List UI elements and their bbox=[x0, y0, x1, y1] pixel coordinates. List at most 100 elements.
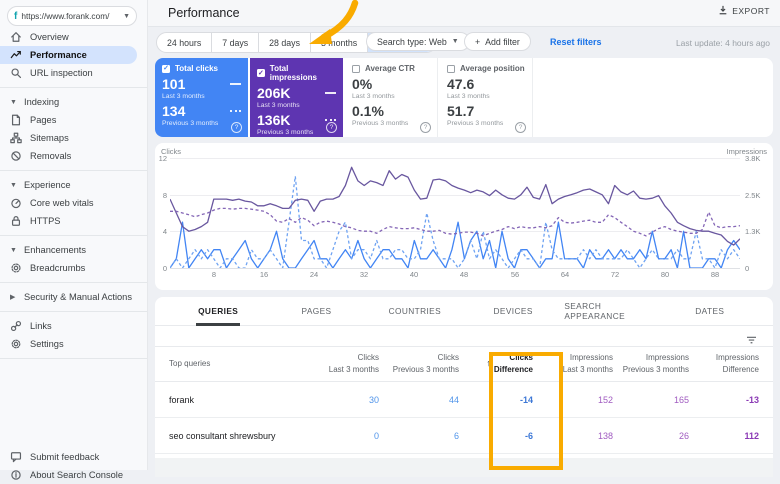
total-clicks-card[interactable]: ✓ Total clicks 101 Last 3 months 134 Pre… bbox=[155, 58, 248, 137]
sidebar-item-about-search-console[interactable]: About Search Console bbox=[0, 466, 147, 484]
tab-search-appearance[interactable]: SEARCH APPEARANCE bbox=[562, 297, 660, 325]
sidebar-section-label: Security & Manual Actions bbox=[24, 292, 132, 302]
export-button[interactable]: EXPORT bbox=[718, 5, 770, 17]
column-header-clicks-difference[interactable]: ↑ Clicks Difference bbox=[459, 352, 533, 375]
sidebar-item-settings[interactable]: Settings bbox=[0, 335, 147, 353]
help-icon[interactable]: ? bbox=[326, 122, 337, 133]
caret-down-icon: ▼ bbox=[10, 98, 17, 106]
column-header-impressions-previous[interactable]: Impressions Previous 3 months bbox=[613, 352, 689, 375]
checkbox-checked-icon[interactable]: ✓ bbox=[162, 64, 170, 73]
page-title: Performance bbox=[168, 6, 240, 20]
sidebar-item-core-web-vitals[interactable]: Core web vitals bbox=[0, 194, 147, 212]
metric-period-current: Last 3 months bbox=[162, 93, 205, 100]
help-icon[interactable]: ? bbox=[515, 122, 526, 133]
range-3-months-button[interactable]: 3 months bbox=[311, 33, 369, 52]
sidebar-item-links[interactable]: Links bbox=[0, 317, 147, 335]
impressions-previous-cell: 165 bbox=[673, 394, 689, 405]
query-cell[interactable]: forank bbox=[169, 395, 299, 405]
column-header-impressions-last[interactable]: Impressions Last 3 months bbox=[533, 352, 613, 375]
clicks-previous-cell: 6 bbox=[453, 430, 459, 441]
y-axis-tick-left: 0 bbox=[162, 264, 167, 273]
x-axis-tick: 16 bbox=[259, 270, 269, 279]
x-axis-tick: 40 bbox=[409, 270, 419, 279]
metric-period-current: Last 3 months bbox=[352, 93, 395, 100]
search-type-dropdown[interactable]: Search type: Web ▼ bbox=[366, 32, 470, 51]
tab-queries[interactable]: QUERIES bbox=[169, 297, 267, 326]
average-position-card[interactable]: Average position 47.6 Last 3 months 51.7… bbox=[440, 58, 533, 137]
query-cell[interactable]: seo consultant shrewsbury bbox=[169, 431, 299, 441]
tab-dates[interactable]: DATES bbox=[661, 297, 759, 325]
x-axis-tick: 72 bbox=[610, 270, 620, 279]
dimensions-table: QUERIES PAGES COUNTRIES DEVICES SEARCH A… bbox=[155, 297, 773, 477]
clicks-last-cell: 30 bbox=[368, 394, 379, 405]
table-row[interactable]: forank 30 44 -14 152 165 -13 bbox=[155, 382, 773, 418]
x-axis-tick: 8 bbox=[211, 270, 217, 279]
y-axis-tick-left: 8 bbox=[162, 191, 167, 200]
y-axis-tick-right: 1.3K bbox=[745, 227, 761, 236]
checkbox-unchecked-icon[interactable] bbox=[352, 64, 360, 73]
checkbox-checked-icon[interactable]: ✓ bbox=[257, 69, 265, 77]
tab-label: DATES bbox=[695, 305, 725, 316]
property-favicon: f bbox=[14, 10, 18, 22]
add-filter-label: Add filter bbox=[485, 36, 520, 47]
sidebar-section-indexing[interactable]: ▼ Indexing bbox=[0, 93, 147, 111]
help-icon[interactable]: ? bbox=[420, 122, 431, 133]
card-label: Average position bbox=[460, 64, 525, 73]
tab-pages[interactable]: PAGES bbox=[267, 297, 365, 325]
table-row[interactable]: seo consultant shrewsbury 0 6 -6 138 26 … bbox=[155, 418, 773, 454]
range-28-days-button[interactable]: 28 days bbox=[259, 33, 311, 52]
metric-value-previous: 51.7 bbox=[447, 103, 475, 119]
sidebar-item-https[interactable]: HTTPS bbox=[0, 212, 147, 230]
sidebar-item-url-inspection[interactable]: URL inspection bbox=[0, 64, 147, 82]
search-console-app: { "property": {"favicon_letter": "f", "u… bbox=[0, 0, 780, 480]
tab-countries[interactable]: COUNTRIES bbox=[366, 297, 464, 325]
divider bbox=[0, 282, 147, 283]
feedback-icon bbox=[10, 451, 22, 463]
chart-canvas[interactable] bbox=[170, 158, 740, 268]
column-header-clicks-last[interactable]: Clicks Last 3 months bbox=[299, 352, 379, 375]
trending-up-icon bbox=[10, 49, 22, 61]
sidebar-nav: Overview Performance URL inspection ▼ In… bbox=[0, 28, 147, 364]
column-header-top-queries[interactable]: Top queries bbox=[169, 358, 299, 370]
sidebar-item-label: HTTPS bbox=[30, 216, 61, 226]
sidebar-item-performance[interactable]: Performance bbox=[0, 46, 137, 64]
filter-icon[interactable] bbox=[746, 332, 757, 350]
last-update-text: Last update: 4 hours ago bbox=[675, 38, 770, 48]
tab-devices[interactable]: DEVICES bbox=[464, 297, 562, 325]
property-selector[interactable]: f https://www.forank.com/ ▼ bbox=[7, 6, 137, 26]
sidebar-item-pages[interactable]: Pages bbox=[0, 111, 147, 129]
metric-value-current: 0% bbox=[352, 76, 373, 92]
clicks-difference-cell: -6 bbox=[524, 430, 533, 441]
range-7-days-button[interactable]: 7 days bbox=[212, 33, 260, 52]
checkbox-unchecked-icon[interactable] bbox=[447, 64, 455, 73]
divider bbox=[0, 311, 147, 312]
y-axis-tick-right: 0 bbox=[745, 264, 750, 273]
sidebar-item-removals[interactable]: Removals bbox=[0, 147, 147, 165]
sidebar-section-experience[interactable]: ▼ Experience bbox=[0, 176, 147, 194]
total-impressions-card[interactable]: ✓ Total impressions 206K Last 3 months 1… bbox=[250, 58, 343, 137]
add-filter-button[interactable]: + Add filter bbox=[464, 32, 531, 51]
sidebar-item-breadcrumbs[interactable]: Breadcrumbs bbox=[0, 259, 147, 277]
lock-icon bbox=[10, 215, 22, 227]
column-header-clicks-previous[interactable]: Clicks Previous 3 months bbox=[379, 352, 459, 375]
metric-value-previous: 0.1% bbox=[352, 103, 384, 119]
column-header-impressions-difference[interactable]: Impressions Difference bbox=[689, 352, 759, 375]
sidebar-item-label: Links bbox=[30, 321, 52, 331]
range-24-hours-button[interactable]: 24 hours bbox=[157, 33, 213, 52]
sidebar-section-security-manual-actions[interactable]: ▶ Security & Manual Actions bbox=[0, 288, 147, 306]
sidebar-item-label: About Search Console bbox=[30, 470, 124, 480]
sidebar-section-enhancements[interactable]: ▼ Enhancements bbox=[0, 241, 147, 259]
filter-bar: 24 hours 7 days 28 days 3 months ✓ Compa… bbox=[148, 26, 780, 57]
sidebar-item-sitemaps[interactable]: Sitemaps bbox=[0, 129, 147, 147]
help-icon[interactable]: ? bbox=[231, 122, 242, 133]
average-ctr-card[interactable]: Average CTR 0% Last 3 months 0.1% Previo… bbox=[345, 58, 438, 137]
sidebar-item-overview[interactable]: Overview bbox=[0, 28, 147, 46]
y-axis-tick-right: 3.8K bbox=[745, 154, 761, 163]
reset-filters-link[interactable]: Reset filters bbox=[550, 37, 602, 47]
export-label: EXPORT bbox=[732, 6, 770, 16]
impressions-last-cell: 138 bbox=[597, 430, 613, 441]
block-icon bbox=[10, 150, 22, 162]
link-icon bbox=[10, 320, 22, 332]
metric-period-previous: Previous 3 months bbox=[162, 120, 219, 127]
sidebar-item-submit-feedback[interactable]: Submit feedback bbox=[0, 448, 147, 466]
